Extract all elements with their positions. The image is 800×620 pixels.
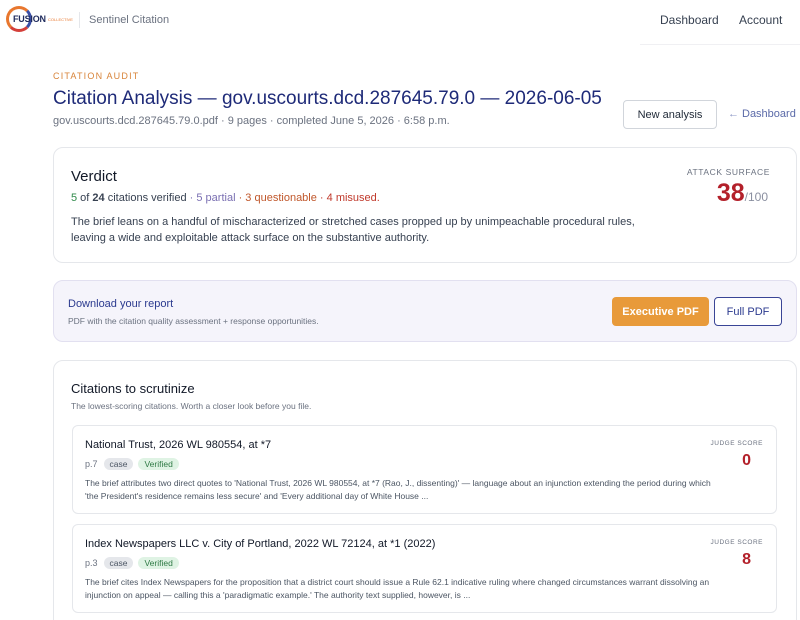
judge-score-value: 8 xyxy=(742,551,751,568)
download-subtitle: PDF with the citation quality assessment… xyxy=(68,316,319,326)
total-count: 24 xyxy=(92,192,105,204)
citations-title: Citations to scrutinize xyxy=(71,381,195,396)
nav-divider-line xyxy=(640,44,800,45)
citation-type-badge: case xyxy=(103,557,134,569)
brand-logo[interactable]: FUSION COLLECTIVE xyxy=(6,6,73,34)
citations-subtitle: The lowest-scoring citations. Worth a cl… xyxy=(71,401,312,411)
citation-name: Index Newspapers LLC v. City of Portland… xyxy=(85,538,436,550)
citation-name: National Trust, 2026 WL 980554, at *7 xyxy=(85,439,272,451)
page-meta: gov.uscourts.dcd.287645.79.0.pdf · 9 pag… xyxy=(53,115,450,127)
citation-description: The brief attributes two direct quotes t… xyxy=(85,478,711,501)
verdict-card: Verdict 5 of 24 citations verified · 5 p… xyxy=(53,147,797,263)
logo-subtext: COLLECTIVE xyxy=(48,17,73,22)
citation-item[interactable]: National Trust, 2026 WL 980554, at *7 p.… xyxy=(72,425,777,514)
misused-count: · 4 misused. xyxy=(316,192,380,204)
new-analysis-button[interactable]: New analysis xyxy=(623,100,717,129)
citation-type-badge: case xyxy=(103,458,134,470)
citation-status-badge: Verified xyxy=(138,557,179,569)
citation-description: The brief cites Index Newspapers for the… xyxy=(85,577,710,600)
partial-count: · 5 partial xyxy=(186,192,236,204)
attack-surface-score: 38/100 xyxy=(717,179,768,208)
nav-account-link[interactable]: Account xyxy=(739,13,782,27)
judge-score-value: 0 xyxy=(742,452,751,469)
download-title: Download your report xyxy=(68,298,174,310)
logo-text: FUSION xyxy=(13,14,46,24)
download-report-card: Download your report PDF with the citati… xyxy=(53,280,797,342)
back-link-label: Dashboard xyxy=(742,108,796,120)
citations-card: Citations to scrutinize The lowest-scori… xyxy=(53,360,797,620)
citation-item[interactable]: Index Newspapers LLC v. City of Portland… xyxy=(72,524,777,613)
citation-page: p.7 xyxy=(85,459,98,469)
verdict-summary: The brief leans on a handful of mischara… xyxy=(71,216,635,244)
back-to-dashboard-link[interactable]: ← Dashboard xyxy=(728,108,796,120)
page-title: Citation Analysis — gov.uscourts.dcd.287… xyxy=(53,88,602,109)
judge-score-label: JUDGE SCORE xyxy=(710,539,763,546)
citation-status-badge: Verified xyxy=(138,458,179,470)
top-bar: FUSION COLLECTIVE Sentinel Citation Dash… xyxy=(0,0,800,45)
citation-page: p.3 xyxy=(85,558,98,568)
nav-dashboard-link[interactable]: Dashboard xyxy=(660,13,719,27)
nav-divider xyxy=(79,12,80,28)
verdict-stats: 5 of 24 citations verified · 5 partial ·… xyxy=(71,192,380,204)
attack-score-denominator: /100 xyxy=(744,190,768,204)
of-text: of xyxy=(77,192,93,204)
judge-score-label: JUDGE SCORE xyxy=(710,440,763,447)
verdict-heading: Verdict xyxy=(71,168,117,185)
citation-tags: p.3 case Verified xyxy=(85,557,179,569)
verified-text: citations verified xyxy=(104,192,187,204)
questionable-count: · 3 questionable xyxy=(235,192,317,204)
full-pdf-button[interactable]: Full PDF xyxy=(714,297,782,326)
app-name: Sentinel Citation xyxy=(89,14,170,26)
executive-pdf-button[interactable]: Executive PDF xyxy=(612,297,709,326)
citation-tags: p.7 case Verified xyxy=(85,458,179,470)
attack-surface-label: ATTACK SURFACE xyxy=(686,167,770,177)
arrow-left-icon: ← xyxy=(728,108,739,120)
attack-score-value: 38 xyxy=(716,179,745,207)
page-eyebrow: CITATION AUDIT xyxy=(53,71,140,81)
